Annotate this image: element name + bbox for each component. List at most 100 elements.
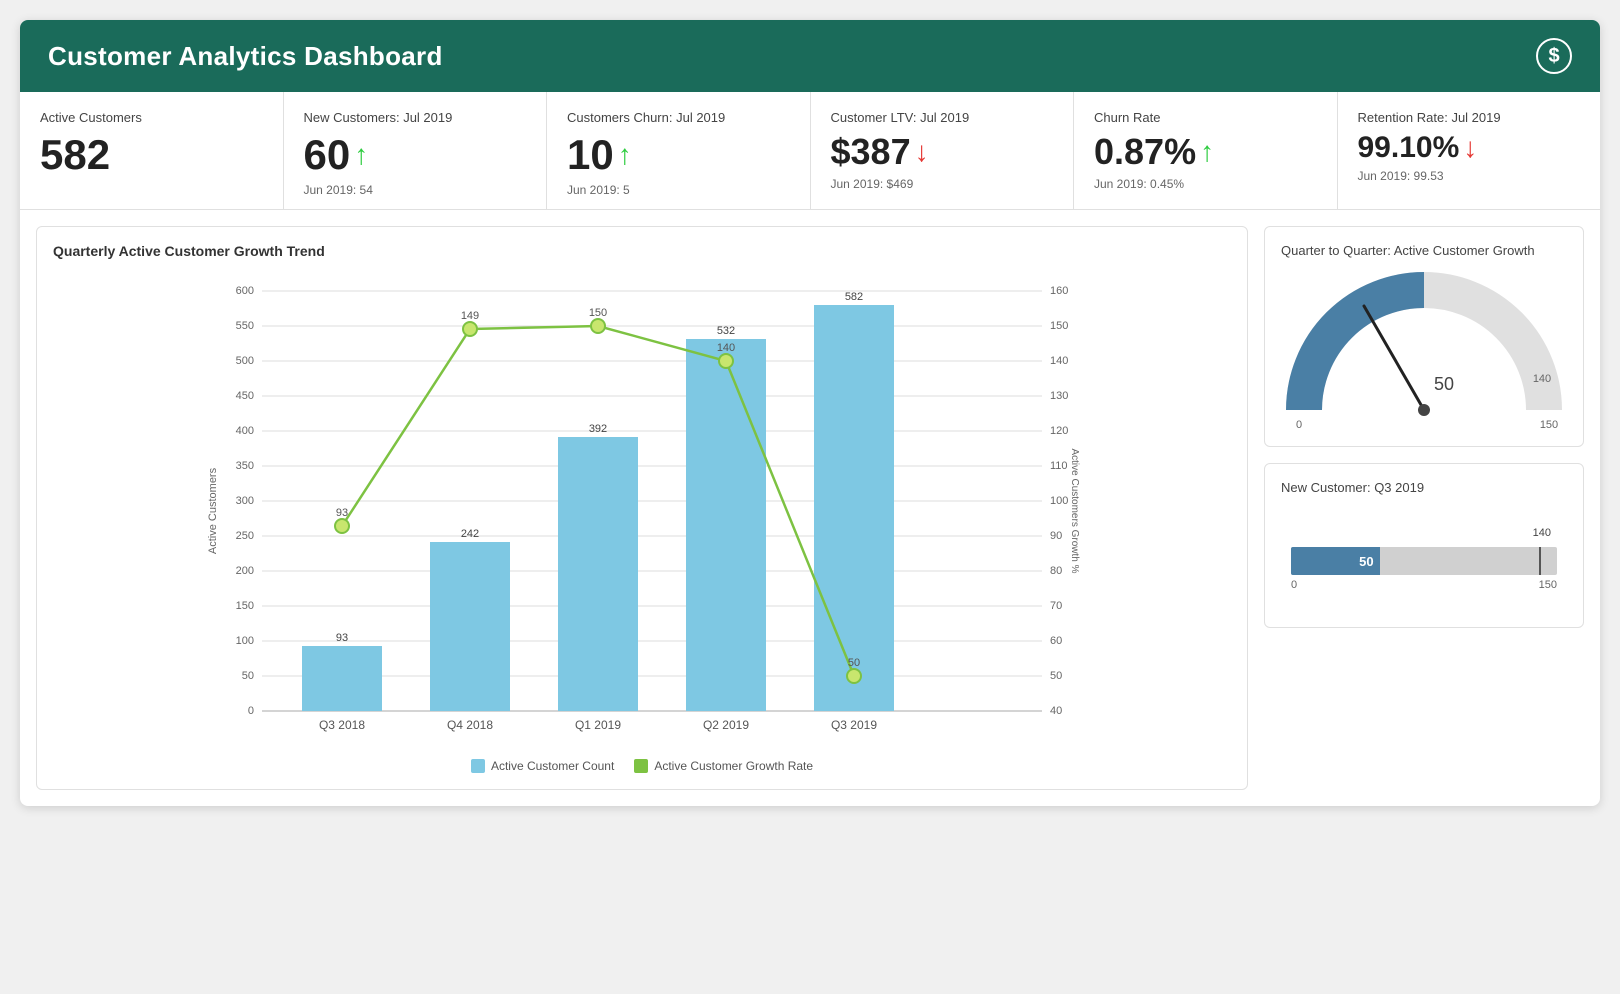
kpi-churn-rate: Churn Rate 0.87% ↑ Jun 2019: 0.45% (1074, 92, 1338, 209)
svg-text:550: 550 (236, 320, 254, 332)
kpi-ltv-label: Customer LTV: Jul 2019 (831, 110, 1054, 125)
svg-text:150: 150 (1050, 320, 1068, 332)
svg-text:532: 532 (717, 325, 735, 337)
gauge-needle (1364, 306, 1424, 410)
kpi-row: Active Customers 582 New Customers: Jul … (20, 92, 1600, 210)
dashboard-title: Customer Analytics Dashboard (48, 41, 443, 72)
kpi-churn-rate-sub: Jun 2019: 0.45% (1094, 177, 1317, 191)
churn-arrow-up-icon: ↑ (618, 139, 632, 171)
bullet-track: 50 (1291, 547, 1557, 575)
svg-text:Q1 2019: Q1 2019 (575, 718, 621, 732)
bar-chart-svg: Active Customers Active Customers Growth… (53, 271, 1231, 751)
main-content: Quarterly Active Customer Growth Trend A… (20, 210, 1600, 806)
bullet-fill: 50 (1291, 547, 1380, 575)
svg-text:600: 600 (236, 285, 254, 297)
svg-text:242: 242 (461, 528, 479, 540)
bar-q2-2019 (686, 339, 766, 711)
gauge-panel: Quarter to Quarter: Active Customer Grow… (1264, 226, 1584, 447)
svg-text:80: 80 (1050, 565, 1062, 577)
bullet-panel: New Customer: Q3 2019 140 50 (1264, 463, 1584, 628)
bullet-max-label: 150 (1539, 579, 1557, 591)
bullet-fill-label: 50 (1359, 554, 1373, 569)
legend-bar: Active Customer Count (471, 759, 614, 773)
svg-text:150: 150 (589, 307, 607, 319)
svg-text:Active Customers: Active Customers (207, 467, 219, 554)
kpi-active-customers: Active Customers 582 (20, 92, 284, 209)
kpi-retention: Retention Rate: Jul 2019 99.10% ↓ Jun 20… (1338, 92, 1601, 209)
bullet-target-value: 140 (1533, 527, 1551, 539)
bar-q4-2018 (430, 542, 510, 711)
svg-text:100: 100 (1050, 495, 1068, 507)
dot-q2-2019 (719, 354, 733, 368)
svg-text:150: 150 (236, 600, 254, 612)
bar-q3-2018 (302, 646, 382, 711)
bar-chart-section: Quarterly Active Customer Growth Trend A… (36, 226, 1248, 790)
kpi-new-customers-value: 60 ↑ (304, 131, 527, 179)
kpi-retention-label: Retention Rate: Jul 2019 (1358, 110, 1581, 125)
legend-line-label: Active Customer Growth Rate (654, 759, 813, 773)
svg-text:70: 70 (1050, 600, 1062, 612)
kpi-new-customers-sub: Jun 2019: 54 (304, 183, 527, 197)
kpi-ltv: Customer LTV: Jul 2019 $387 ↓ Jun 2019: … (811, 92, 1075, 209)
svg-text:200: 200 (236, 565, 254, 577)
arrow-up-icon: ↑ (354, 139, 368, 171)
svg-text:582: 582 (845, 291, 863, 303)
svg-text:93: 93 (336, 507, 348, 519)
kpi-ltv-sub: Jun 2019: $469 (831, 177, 1054, 191)
svg-text:Q2 2019: Q2 2019 (703, 718, 749, 732)
svg-text:392: 392 (589, 423, 607, 435)
dot-q3-2018 (335, 519, 349, 533)
bar-q1-2019 (558, 437, 638, 711)
svg-text:130: 130 (1050, 390, 1068, 402)
kpi-new-customers: New Customers: Jul 2019 60 ↑ Jun 2019: 5… (284, 92, 548, 209)
chart-legend: Active Customer Count Active Customer Gr… (53, 759, 1231, 773)
kpi-active-customers-label: Active Customers (40, 110, 263, 125)
svg-text:0: 0 (1296, 419, 1302, 430)
svg-text:110: 110 (1050, 460, 1068, 472)
kpi-active-customers-value: 582 (40, 131, 263, 179)
ltv-arrow-down-icon: ↓ (915, 136, 929, 168)
gauge-svg: 0 150 140 50 (1284, 270, 1564, 430)
dot-q3-2019 (847, 669, 861, 683)
kpi-ltv-value: $387 ↓ (831, 131, 1054, 173)
bullet-title: New Customer: Q3 2019 (1281, 480, 1567, 495)
bullet-target-area: 140 (1291, 527, 1557, 547)
svg-text:50: 50 (848, 657, 860, 669)
svg-text:300: 300 (236, 495, 254, 507)
svg-text:250: 250 (236, 530, 254, 542)
legend-bar-color (471, 759, 485, 773)
gauge-center (1418, 404, 1430, 416)
right-panels: Quarter to Quarter: Active Customer Grow… (1264, 226, 1584, 790)
svg-text:100: 100 (236, 635, 254, 647)
svg-text:40: 40 (1050, 705, 1062, 717)
retention-arrow-down-icon: ↓ (1463, 132, 1477, 164)
bullet-container: 140 50 0 150 (1281, 507, 1567, 611)
kpi-churn-customers-value: 10 ↑ (567, 131, 790, 179)
kpi-churn-customers-label: Customers Churn: Jul 2019 (567, 110, 790, 125)
svg-text:140: 140 (717, 342, 735, 354)
svg-text:400: 400 (236, 425, 254, 437)
svg-text:93: 93 (336, 632, 348, 644)
svg-text:140: 140 (1050, 355, 1068, 367)
kpi-retention-value: 99.10% ↓ (1358, 131, 1581, 165)
gauge-title: Quarter to Quarter: Active Customer Grow… (1281, 243, 1567, 258)
svg-text:450: 450 (236, 390, 254, 402)
kpi-churn-customers-sub: Jun 2019: 5 (567, 183, 790, 197)
svg-text:Q3 2018: Q3 2018 (319, 718, 365, 732)
svg-text:Q3 2019: Q3 2019 (831, 718, 877, 732)
kpi-new-customers-label: New Customers: Jul 2019 (304, 110, 527, 125)
svg-text:50: 50 (1050, 670, 1062, 682)
svg-text:500: 500 (236, 355, 254, 367)
svg-text:50: 50 (242, 670, 254, 682)
svg-text:0: 0 (248, 705, 254, 717)
bullet-axis-labels: 0 150 (1291, 579, 1557, 591)
svg-text:120: 120 (1050, 425, 1068, 437)
svg-text:Active Customers Growth %: Active Customers Growth % (1069, 448, 1080, 573)
dashboard: Customer Analytics Dashboard $ Active Cu… (20, 20, 1600, 806)
kpi-retention-sub: Jun 2019: 99.53 (1358, 169, 1581, 183)
bar-chart-container: Active Customers Active Customers Growth… (53, 271, 1231, 751)
legend-bar-label: Active Customer Count (491, 759, 614, 773)
header: Customer Analytics Dashboard $ (20, 20, 1600, 92)
bullet-marker (1539, 547, 1541, 575)
bar-chart-title: Quarterly Active Customer Growth Trend (53, 243, 1231, 259)
